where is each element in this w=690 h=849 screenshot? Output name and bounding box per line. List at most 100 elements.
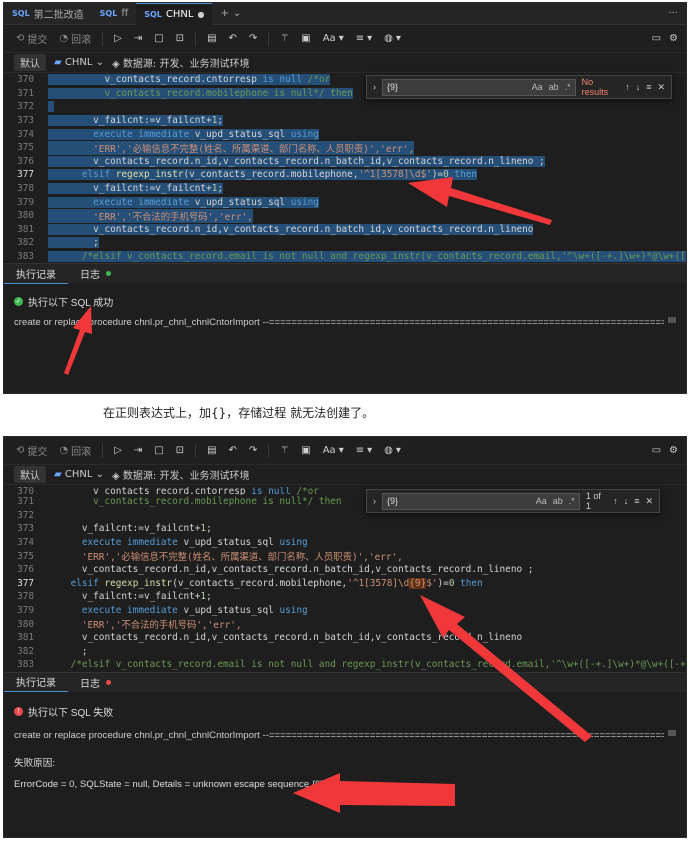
chevron-right-icon[interactable]: › xyxy=(373,82,376,92)
divider xyxy=(102,31,104,46)
selection-icon[interactable]: ≡ xyxy=(646,82,651,92)
indent-button[interactable]: ≡ ▾ xyxy=(352,29,376,49)
save-icon[interactable]: ▭ xyxy=(652,33,661,44)
plus-icon: + xyxy=(220,8,229,19)
gear-icon[interactable]: ⚙ xyxy=(669,33,678,44)
format-box-button[interactable]: ▣ xyxy=(297,29,314,49)
explain-icon: ⊡ xyxy=(175,33,185,44)
arrow-up-icon[interactable]: ↑ xyxy=(625,82,630,92)
database-selector[interactable]: ▰ CHNL ⌄ xyxy=(54,57,104,68)
explain-button[interactable]: ⊡ xyxy=(172,29,188,49)
code-text: v_contacts_record.n_id,v_contacts_record… xyxy=(48,223,534,235)
rollback-icon: ◔ xyxy=(59,33,69,44)
datasource-selector[interactable]: ◈ 数据源: 开发、业务测试环境 xyxy=(112,55,249,70)
indent-button[interactable]: ≡ ▾ xyxy=(352,441,376,461)
scroll-icon[interactable] xyxy=(668,317,676,324)
arrow-down-icon[interactable]: ↓ xyxy=(624,496,629,506)
tab-sql-2[interactable]: SQL ff xyxy=(92,3,137,25)
chevron-down-icon: ▾ xyxy=(395,445,401,456)
database-selector[interactable]: ▰ CHNL ⌄ xyxy=(54,469,104,480)
selection-icon[interactable]: ≡ xyxy=(634,496,639,506)
settings-dropdown-button[interactable]: ◍ ▾ xyxy=(380,29,405,49)
undo-icon: ↶ xyxy=(228,445,237,456)
new-tab-button[interactable]: + ⌄ xyxy=(212,3,249,25)
gear-icon[interactable]: ⚙ xyxy=(669,445,678,456)
commit-button[interactable]: ⟲ 提交 xyxy=(12,29,51,49)
whole-word-icon[interactable]: ab xyxy=(553,496,563,506)
beautify-button[interactable]: ⚚ xyxy=(276,441,293,461)
commit-button[interactable]: ⟲ 提交 xyxy=(12,441,51,461)
code-line: 381 v_contacts_record.n_id,v_contacts_re… xyxy=(4,223,686,237)
arrow-down-icon[interactable]: ↓ xyxy=(636,82,641,92)
run-button[interactable]: ▷ xyxy=(110,441,126,461)
code-line: 376 v_contacts_record.n_id,v_contacts_re… xyxy=(4,563,686,577)
tab-label: CHNL xyxy=(165,8,194,20)
case-button[interactable]: Aa ▾ xyxy=(319,441,348,461)
more-icon[interactable]: ··· xyxy=(668,8,678,19)
code-editor[interactable]: 370 v_contacts_record.cntorresp is null … xyxy=(4,485,686,672)
line-number: 380 xyxy=(17,210,34,222)
regex-icon[interactable]: .* xyxy=(569,496,575,506)
tab-execution-log[interactable]: 执行记录 xyxy=(4,672,68,693)
stop-button[interactable]: □ xyxy=(150,29,167,49)
code-editor[interactable]: 370 v_contacts_record.cntorresp is null … xyxy=(4,73,686,264)
tab-sql-chnl[interactable]: SQL CHNL ● xyxy=(136,3,213,25)
history-button[interactable]: ▤ xyxy=(203,29,220,49)
database-label: CHNL xyxy=(64,57,93,68)
unsaved-dot-icon[interactable]: ● xyxy=(197,10,204,19)
tab-execution-log[interactable]: 执行记录 xyxy=(4,264,68,284)
scroll-icon[interactable] xyxy=(668,729,676,736)
box-icon: ▣ xyxy=(301,445,311,456)
redo-button[interactable]: ↷ xyxy=(245,441,261,461)
tab-log[interactable]: 日志 xyxy=(68,672,123,692)
format-box-button[interactable]: ▣ xyxy=(297,441,314,461)
close-icon[interactable]: ✕ xyxy=(657,82,665,93)
code-text: 'ERR','不合法的手机号码','err', xyxy=(48,620,242,632)
schema-default-button[interactable]: 默认 xyxy=(14,466,46,483)
line-number: 373 xyxy=(17,523,34,535)
chevron-down-icon: ▾ xyxy=(367,33,373,44)
settings-dropdown-button[interactable]: ◍ ▾ xyxy=(380,441,405,461)
history-button[interactable]: ▤ xyxy=(203,441,220,461)
arrow-up-icon[interactable]: ↑ xyxy=(613,496,618,506)
step-button[interactable]: ⇥ xyxy=(130,441,146,461)
schema-default-button[interactable]: 默认 xyxy=(14,54,46,71)
code-text: v_contacts_record.mobilephone is null*/ … xyxy=(48,87,353,99)
rollback-button[interactable]: ◔ 回滚 xyxy=(55,441,95,461)
line-number: 371 xyxy=(17,496,34,508)
beautify-button[interactable]: ⚚ xyxy=(276,29,293,49)
code-text: ; xyxy=(48,237,99,249)
find-input[interactable]: {9} Aa ab .* xyxy=(382,78,576,96)
line-number: 377 xyxy=(17,169,34,181)
line-number: 379 xyxy=(17,605,34,617)
explain-button[interactable]: ⊡ xyxy=(172,441,188,461)
whole-word-icon[interactable]: ab xyxy=(549,82,559,92)
match-case-icon[interactable]: Aa xyxy=(536,496,547,506)
code-line: 372 xyxy=(4,100,686,114)
regex-icon[interactable]: .* xyxy=(565,82,571,92)
find-input[interactable]: {9} Aa ab .* xyxy=(382,492,580,510)
undo-button[interactable]: ↶ xyxy=(225,441,241,461)
save-icon[interactable]: ▭ xyxy=(652,445,661,456)
line-number: 370 xyxy=(17,74,34,86)
redo-button[interactable]: ↷ xyxy=(245,29,261,49)
rollback-button[interactable]: ◔ 回滚 xyxy=(55,29,95,49)
tab-log[interactable]: 日志 xyxy=(68,264,123,284)
step-button[interactable]: ⇥ xyxy=(130,29,146,49)
case-button[interactable]: Aa ▾ xyxy=(319,29,348,49)
chevron-right-icon[interactable]: › xyxy=(373,496,376,506)
run-button[interactable]: ▷ xyxy=(110,29,126,49)
code-text: v_contacts_record.cntorresp is null /*or xyxy=(48,487,319,495)
tab-sql-1[interactable]: SQL 第二批改造 xyxy=(4,3,92,25)
match-case-icon[interactable]: Aa xyxy=(532,82,543,92)
close-icon[interactable]: ✕ xyxy=(645,496,653,507)
code-text: v_contacts_record.cntorresp is null /*or xyxy=(48,74,331,86)
stop-button[interactable]: □ xyxy=(150,441,167,461)
datasource-icon: ◈ xyxy=(112,471,120,482)
line-number: 381 xyxy=(17,223,34,235)
datasource-selector[interactable]: ◈ 数据源: 开发、业务测试环境 xyxy=(112,467,249,482)
undo-button[interactable]: ↶ xyxy=(225,29,241,49)
status-dot-icon xyxy=(106,271,111,277)
line-number: 376 xyxy=(17,564,34,576)
